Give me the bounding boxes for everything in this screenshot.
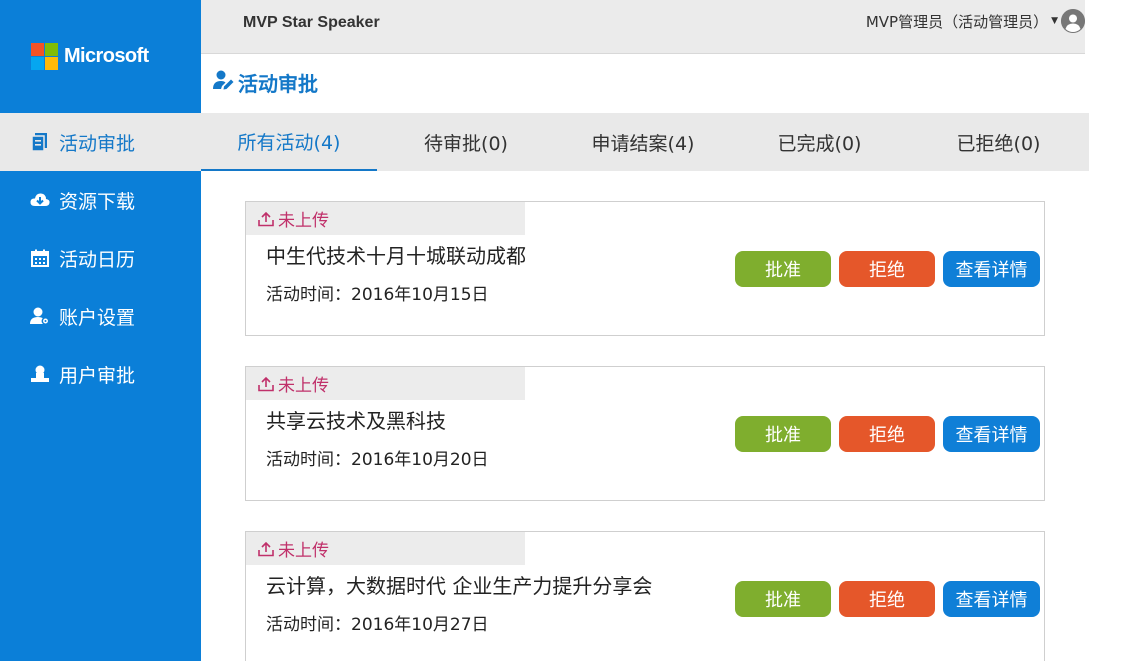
- sidebar-item-label: 用户审批: [59, 364, 136, 387]
- upload-status-label: 未上传: [278, 541, 329, 561]
- user-menu[interactable]: MVP管理员（活动管理员） ▼: [866, 9, 1085, 33]
- user-approve-icon: [30, 364, 50, 384]
- activity-time: 活动时间：2016年10月27日: [266, 615, 489, 635]
- document-icon: [30, 132, 50, 152]
- view-details-button[interactable]: 查看详情: [943, 251, 1040, 287]
- view-details-button[interactable]: 查看详情: [943, 581, 1040, 617]
- status-tabs: 所有活动(4) 待审批(0) 申请结案(4) 已完成(0) 已拒绝(0): [201, 113, 1089, 171]
- sidebar-item-user-approval[interactable]: 用户审批: [0, 345, 201, 403]
- reject-button[interactable]: 拒绝: [839, 416, 935, 452]
- activity-title: 云计算，大数据时代 企业生产力提升分享会: [266, 574, 653, 598]
- activity-card: 未上传 中生代技术十月十城联动成都 活动时间：2016年10月15日 批准 拒绝…: [245, 201, 1045, 336]
- upload-status: 未上传: [246, 532, 525, 565]
- activity-card: 未上传 云计算，大数据时代 企业生产力提升分享会 活动时间：2016年10月27…: [245, 531, 1045, 661]
- sidebar-item-label: 账户设置: [59, 306, 136, 329]
- user-edit-icon: [213, 69, 235, 96]
- microsoft-logo-icon: [31, 42, 58, 70]
- tab-rejected[interactable]: 已拒绝(0): [908, 113, 1089, 171]
- sidebar-item-label: 活动审批: [59, 132, 136, 155]
- calendar-icon: [30, 248, 50, 268]
- reject-button[interactable]: 拒绝: [839, 251, 935, 287]
- page-title: 活动审批: [213, 68, 318, 97]
- upload-icon: [258, 541, 274, 557]
- sidebar: Microsoft 活动审批 资源下载 活动日历 账户设置 用户审批: [0, 0, 201, 661]
- top-bar: MVP Star Speaker MVP管理员（活动管理员） ▼: [201, 0, 1085, 54]
- sidebar-item-account-settings[interactable]: 账户设置: [0, 287, 201, 345]
- page-title-text: 活动审批: [238, 72, 318, 96]
- tab-closing-request[interactable]: 申请结案(4): [555, 113, 731, 171]
- sidebar-item-activity-approval[interactable]: 活动审批: [0, 113, 201, 171]
- sidebar-item-resource-download[interactable]: 资源下载: [0, 171, 201, 229]
- upload-status-label: 未上传: [278, 211, 329, 231]
- sidebar-item-label: 活动日历: [59, 248, 136, 271]
- user-settings-icon: [30, 306, 50, 326]
- upload-icon: [258, 376, 274, 392]
- upload-status-label: 未上传: [278, 376, 329, 396]
- logo-text: Microsoft: [64, 44, 149, 67]
- user-name: MVP管理员（活动管理员）: [865, 12, 1049, 31]
- activity-time: 活动时间：2016年10月15日: [266, 285, 489, 305]
- tab-all-activities[interactable]: 所有活动(4): [201, 113, 377, 171]
- reject-button[interactable]: 拒绝: [839, 581, 935, 617]
- microsoft-logo[interactable]: Microsoft: [31, 42, 149, 70]
- avatar: [1061, 9, 1085, 33]
- tab-completed[interactable]: 已完成(0): [731, 113, 908, 171]
- sidebar-item-activity-calendar[interactable]: 活动日历: [0, 229, 201, 287]
- cloud-download-icon: [30, 190, 50, 210]
- activity-title: 共享云技术及黑科技: [266, 409, 446, 433]
- view-details-button[interactable]: 查看详情: [943, 416, 1040, 452]
- upload-status: 未上传: [246, 202, 525, 235]
- activity-card: 未上传 共享云技术及黑科技 活动时间：2016年10月20日 批准 拒绝 查看详…: [245, 366, 1045, 501]
- activity-time: 活动时间：2016年10月20日: [266, 450, 489, 470]
- approve-button[interactable]: 批准: [735, 251, 831, 287]
- approve-button[interactable]: 批准: [735, 416, 831, 452]
- tab-pending[interactable]: 待审批(0): [377, 113, 555, 171]
- sidebar-item-label: 资源下载: [59, 190, 136, 213]
- upload-status: 未上传: [246, 367, 525, 400]
- user-avatar-icon: [1061, 9, 1085, 33]
- upload-icon: [258, 211, 274, 227]
- approve-button[interactable]: 批准: [735, 581, 831, 617]
- app-name: MVP Star Speaker: [243, 14, 380, 31]
- caret-down-icon: ▼: [1051, 16, 1058, 26]
- activity-title: 中生代技术十月十城联动成都: [266, 244, 526, 268]
